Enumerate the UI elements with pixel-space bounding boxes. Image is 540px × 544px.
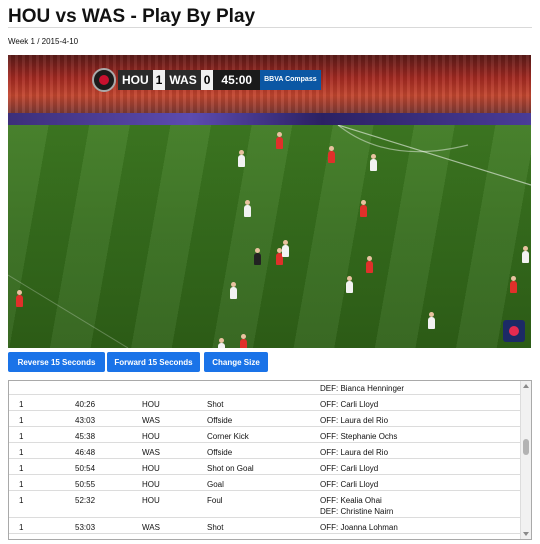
play-time: 53:03 (75, 523, 96, 532)
home-team: HOU (118, 70, 153, 90)
play-row: DEF: Bianca Henninger (9, 381, 520, 395)
play-time: 43:03 (75, 416, 96, 425)
referee (254, 248, 261, 265)
play-event: Shot (207, 400, 224, 409)
play-period: 1 (19, 464, 24, 473)
play-period: 1 (19, 432, 24, 441)
play-player: DEF: Bianca Henninger (320, 384, 405, 393)
forward-15-button[interactable]: Forward 15 Seconds (107, 352, 200, 372)
scroll-down-arrow-icon[interactable] (523, 532, 529, 536)
play-row: 1 53:03 WAS Shot OFF: Joanna Lohman (9, 518, 520, 534)
play-row: 1 52:32 HOU Foul OFF: Kealia Ohai DEF: Christ… (9, 491, 520, 518)
play-period: 1 (19, 480, 24, 489)
player (282, 240, 289, 257)
home-score: 1 (152, 70, 166, 90)
play-player: OFF: Stephanie Ochs (320, 432, 398, 441)
player (244, 200, 251, 217)
change-size-button[interactable]: Change Size (204, 352, 268, 372)
broadcast-logo-icon (503, 320, 525, 342)
play-event: Foul (207, 496, 223, 505)
play-team: HOU (142, 496, 160, 505)
play-event: Corner Kick (207, 432, 249, 441)
play-time: 52:32 (75, 496, 96, 505)
play-row: 1 43:03 WAS Offside OFF: Laura del Rio (9, 411, 520, 427)
player (428, 312, 435, 329)
advertising-board (8, 113, 531, 125)
page-subtitle: Week 1 / 2015-4-10 (8, 37, 79, 46)
play-team: HOU (142, 464, 160, 473)
play-player: OFF: Kealia Ohai (320, 496, 382, 505)
play-event: Offside (207, 448, 233, 457)
play-event: Offside (207, 416, 233, 425)
field-lines (8, 125, 531, 348)
player (366, 256, 373, 273)
soccer-field (8, 125, 531, 348)
play-team: HOU (142, 400, 160, 409)
play-player: OFF: Carli Lloyd (320, 400, 379, 409)
player (328, 146, 335, 163)
player (276, 132, 283, 149)
play-time: 50:54 (75, 464, 96, 473)
player (360, 200, 367, 217)
player (240, 334, 247, 348)
sponsor-label: BBVA Compass (260, 70, 321, 90)
play-row: 1 50:55 HOU Goal OFF: Carli Lloyd (9, 475, 520, 491)
player (230, 282, 237, 299)
play-time: 46:48 (75, 448, 96, 457)
play-by-play-table[interactable]: DEF: Bianca Henninger 1 40:26 HOU Shot OFF: C… (8, 380, 532, 540)
reverse-15-button[interactable]: Reverse 15 Seconds (8, 352, 105, 372)
play-period: 1 (19, 496, 24, 505)
play-team: WAS (142, 448, 160, 457)
play-team: HOU (142, 432, 160, 441)
play-row: 1 40:26 HOU Shot OFF: Carli Lloyd (9, 395, 520, 411)
play-team: WAS (142, 416, 160, 425)
video-player[interactable]: HOU 1 WAS 0 45:00 BBVA Compass (8, 55, 531, 348)
play-period: 1 (19, 523, 24, 532)
league-logo-icon (92, 68, 116, 92)
player (16, 290, 23, 307)
play-player: OFF: Joanna Lohman (320, 523, 398, 532)
away-score: 0 (200, 70, 214, 90)
match-clock: 45:00 (213, 70, 261, 90)
play-list: DEF: Bianca Henninger 1 40:26 HOU Shot OFF: C… (9, 381, 520, 539)
play-time: 45:38 (75, 432, 96, 441)
player (218, 338, 225, 348)
player (522, 246, 529, 263)
play-player: OFF: Carli Lloyd (320, 464, 379, 473)
play-player: OFF: Carli Lloyd (320, 480, 379, 489)
play-row: 1 45:38 HOU Corner Kick OFF: Stephanie Ochs (9, 427, 520, 443)
play-player: DEF: Christine Nairn (320, 507, 394, 516)
play-event: Shot on Goal (207, 464, 254, 473)
play-player: OFF: Laura del Rio (320, 416, 389, 425)
play-player: OFF: Laura del Rio (320, 448, 389, 457)
play-period: 1 (19, 416, 24, 425)
player (346, 276, 353, 293)
play-row: 1 46:48 WAS Offside OFF: Laura del Rio (9, 443, 520, 459)
play-team: WAS (142, 523, 160, 532)
player (370, 154, 377, 171)
play-period: 1 (19, 400, 24, 409)
away-team: WAS (165, 70, 201, 90)
play-row: 1 50:54 HOU Shot on Goal OFF: Carli Lloyd (9, 459, 520, 475)
player (510, 276, 517, 293)
scroll-thumb[interactable] (523, 439, 529, 455)
scoreboard-overlay: HOU 1 WAS 0 45:00 BBVA Compass (92, 68, 321, 92)
play-event: Shot (207, 523, 224, 532)
play-event: Goal (207, 480, 224, 489)
player (238, 150, 245, 167)
play-period: 1 (19, 448, 24, 457)
play-time: 40:26 (75, 400, 96, 409)
play-time: 50:55 (75, 480, 96, 489)
table-scrollbar[interactable] (520, 381, 531, 539)
title-divider (8, 27, 532, 28)
play-team: HOU (142, 480, 160, 489)
scroll-up-arrow-icon[interactable] (523, 384, 529, 388)
page-title: HOU vs WAS - Play By Play (8, 6, 256, 27)
